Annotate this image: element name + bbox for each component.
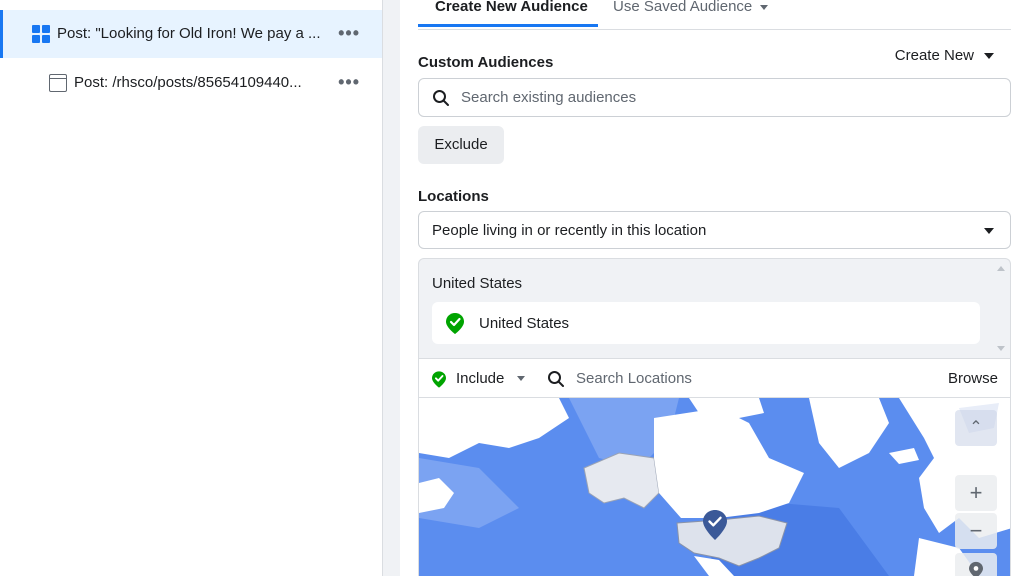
location-type-select[interactable]: People living in or recently in this loc… — [418, 211, 1011, 249]
more-options-icon[interactable]: ••• — [338, 23, 360, 44]
tree-item-post-old-iron[interactable]: Post: "Looking for Old Iron! We pay a ..… — [0, 10, 382, 58]
chevron-down-icon — [984, 53, 994, 60]
selected-location-item[interactable]: United States — [432, 302, 980, 344]
locations-label: Locations — [418, 188, 489, 205]
location-search-input[interactable]: Search Locations — [576, 370, 692, 387]
tree-item-post-rhsco[interactable]: Post: /rhsco/posts/85654109440... ••• — [0, 58, 382, 106]
scroll-down-arrow-icon[interactable] — [997, 346, 1005, 351]
include-pin-icon — [432, 371, 446, 388]
include-pin-icon — [446, 313, 464, 334]
chevron-down-icon[interactable] — [517, 376, 525, 381]
chevron-down-icon — [984, 228, 994, 234]
zoom-in-button[interactable]: + — [955, 475, 997, 511]
location-search-bar: Include Search Locations Browse — [418, 358, 1011, 398]
tree-item-label: Post: "Looking for Old Iron! We pay a ..… — [57, 25, 321, 42]
custom-audiences-label: Custom Audiences — [418, 54, 554, 71]
browse-button[interactable]: Browse — [948, 370, 998, 387]
include-dropdown-label[interactable]: Include — [456, 370, 504, 387]
audience-panel: Create New Audience Use Saved Audience C… — [400, 0, 1024, 576]
map-collapse-button[interactable]: ⌃ — [955, 410, 997, 446]
selected-location-name: United States — [479, 315, 570, 332]
selected-locations-list: United States United States — [418, 258, 1011, 358]
audience-search-input[interactable]: Search existing audiences — [418, 78, 1011, 117]
zoom-out-button[interactable]: − — [955, 513, 997, 549]
exclude-button[interactable]: Exclude — [418, 126, 504, 164]
location-group-title: United States — [432, 275, 523, 292]
search-icon — [548, 371, 564, 387]
world-map-image — [419, 398, 1010, 576]
map-pin-icon — [969, 561, 983, 576]
scroll-up-arrow-icon[interactable] — [997, 266, 1005, 271]
grid-icon — [32, 25, 50, 43]
panel-gutter — [384, 0, 400, 576]
location-type-value: People living in or recently in this loc… — [432, 222, 707, 239]
drop-pin-button[interactable] — [955, 553, 997, 576]
campaign-tree-panel: Post: "Looking for Old Iron! We pay a ..… — [0, 0, 383, 576]
tab-use-saved-audience[interactable]: Use Saved Audience — [613, 0, 769, 27]
audience-tabs: Create New Audience Use Saved Audience — [418, 0, 1011, 30]
location-map[interactable]: ⌃ + − — [418, 398, 1011, 576]
create-new-label: Create New — [894, 47, 974, 64]
tree-item-label: Post: /rhsco/posts/85654109440... — [74, 74, 302, 91]
create-new-dropdown[interactable]: Create New — [895, 47, 994, 64]
tab-create-new-audience[interactable]: Create New Audience — [418, 0, 598, 27]
search-icon — [433, 90, 449, 106]
more-options-icon[interactable]: ••• — [338, 72, 360, 93]
tab-label: Create New Audience — [435, 0, 588, 15]
page-icon — [49, 74, 67, 92]
search-placeholder: Search existing audiences — [461, 89, 637, 106]
chevron-down-icon — [760, 4, 769, 10]
tab-label: Use Saved Audience — [613, 0, 753, 15]
